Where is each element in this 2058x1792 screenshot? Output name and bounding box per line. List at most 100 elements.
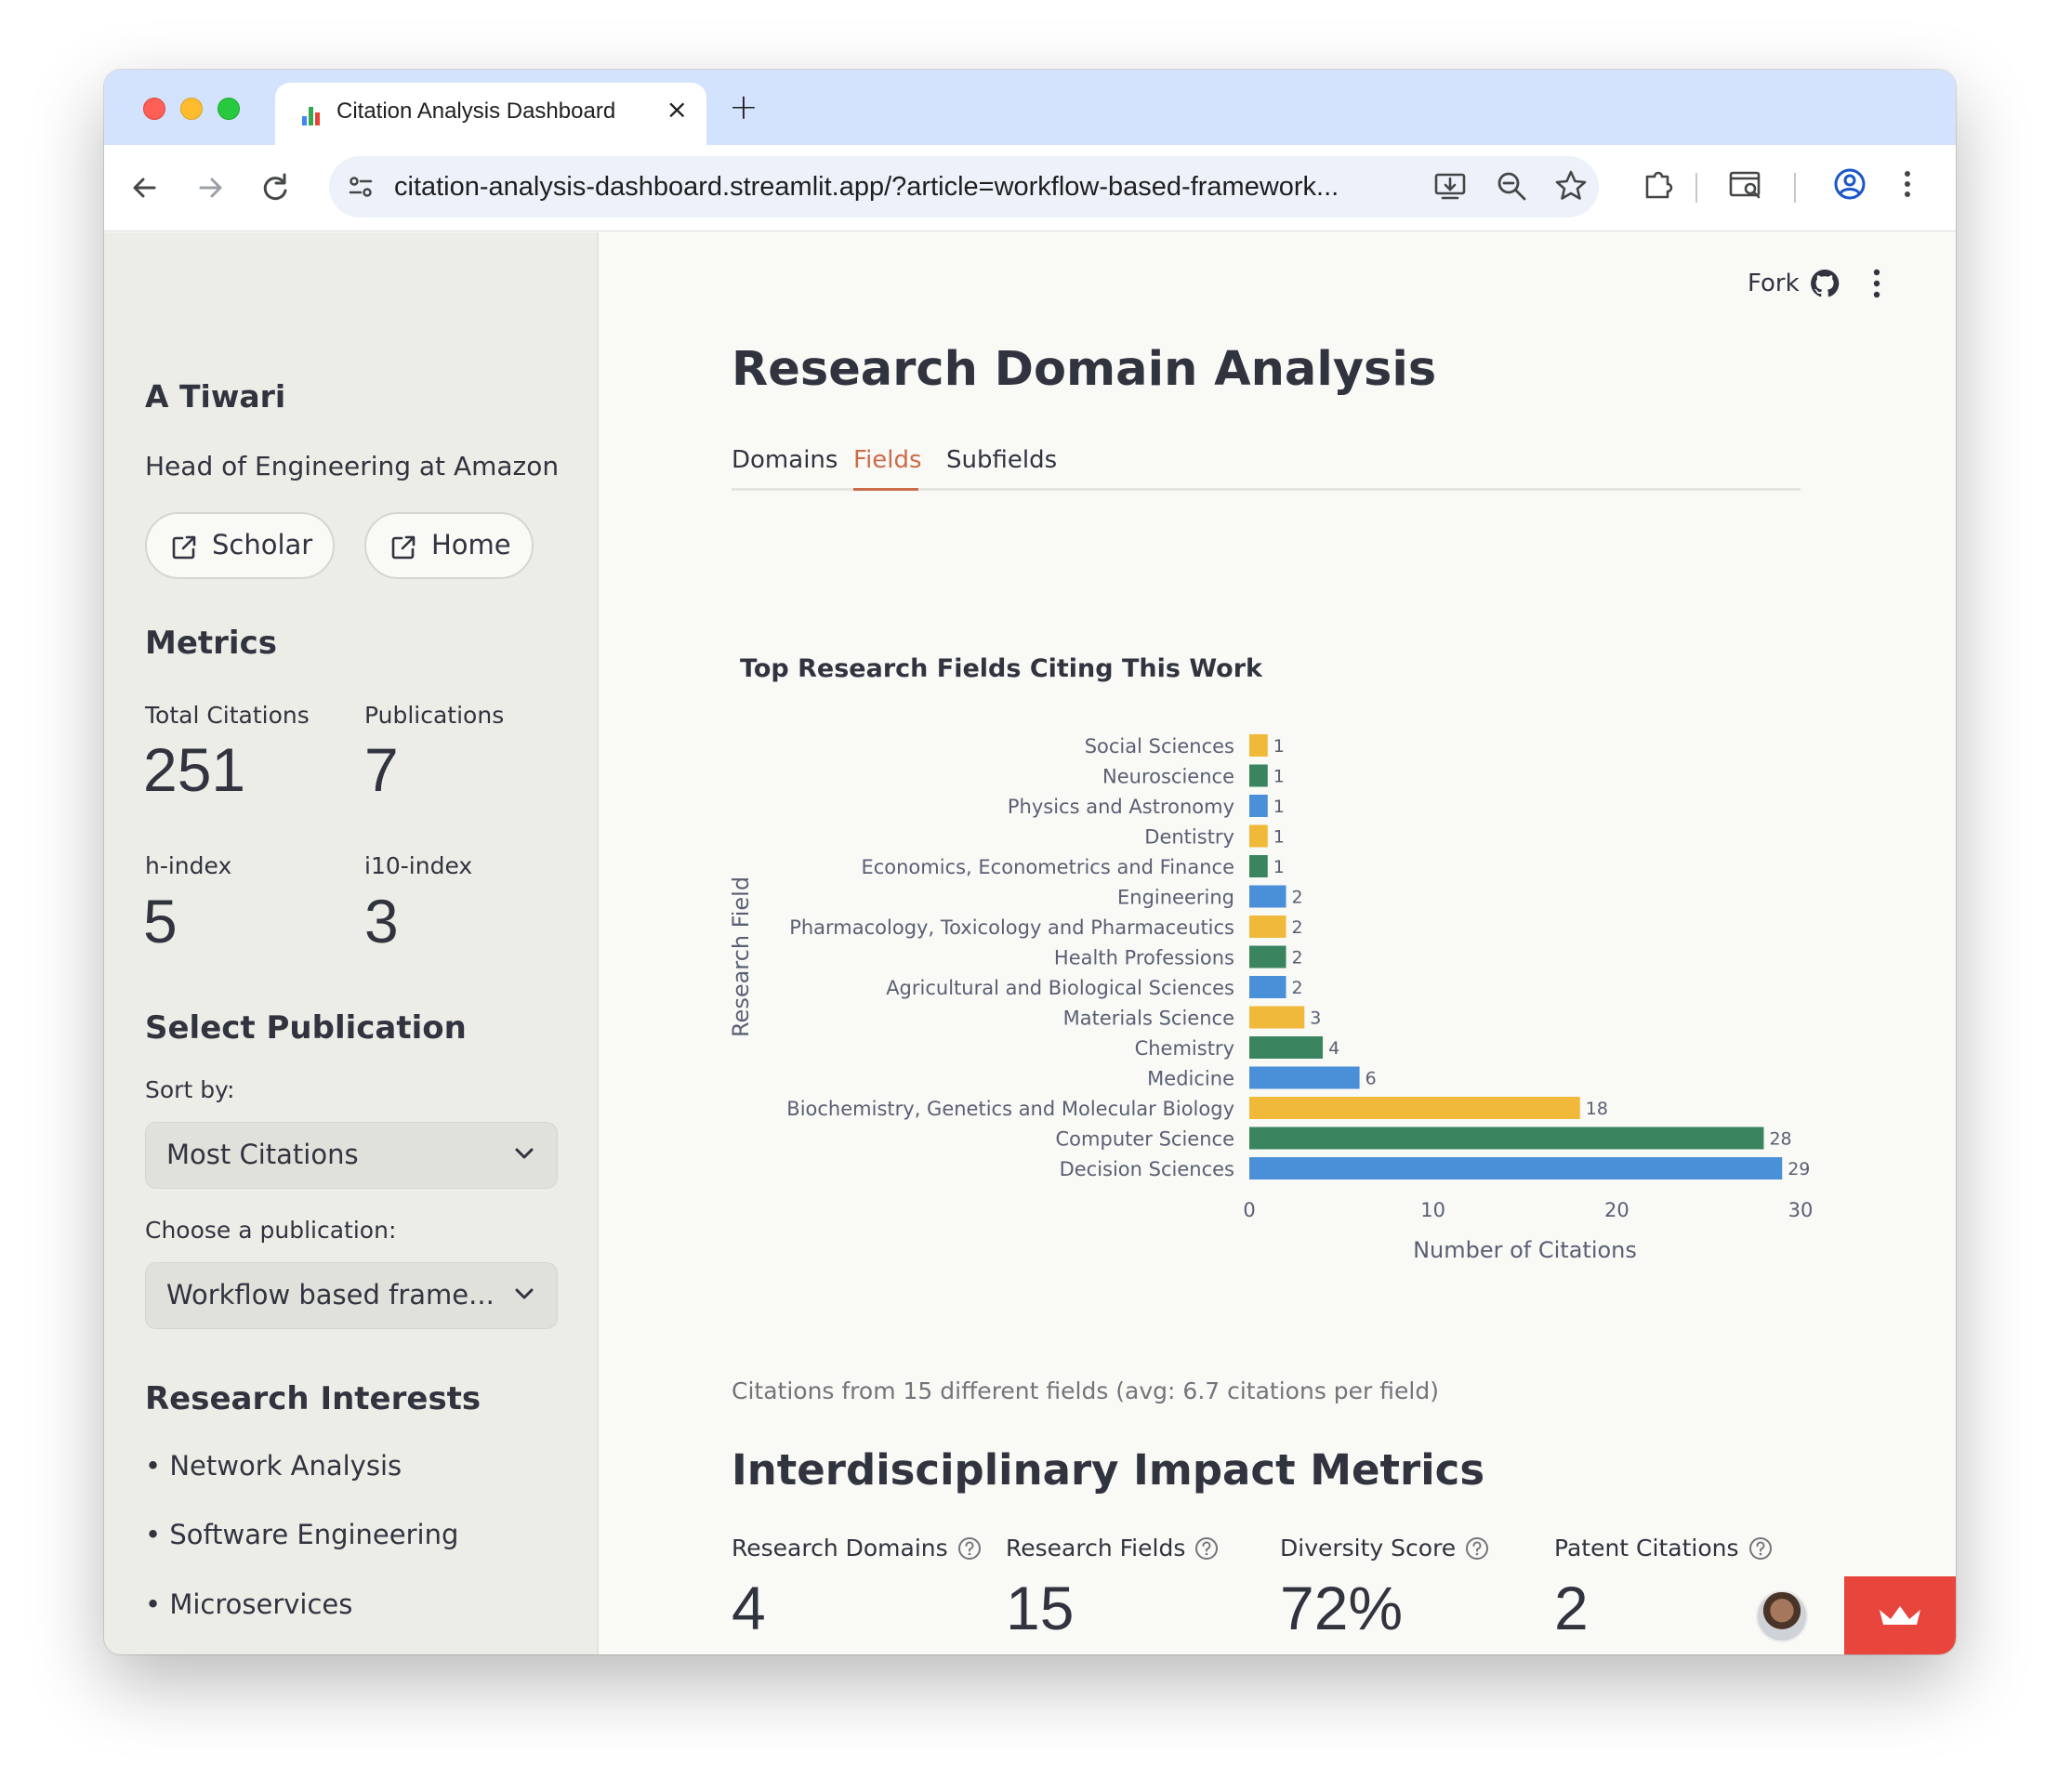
browser-menu-icon[interactable] <box>1889 165 1926 203</box>
scholar-label: Scholar <box>212 529 313 560</box>
y-tick-label: Engineering <box>1117 887 1234 909</box>
tab-subfields[interactable]: Subfields <box>946 446 1057 474</box>
chart-title: Top Research Fields Citing This Work <box>740 654 1263 683</box>
sort-value: Most Citations <box>166 1139 359 1170</box>
main-content: Fork Research Domain Analysis Domains Fi… <box>599 232 1956 1654</box>
analysis-tabs: Domains Fields Subfields <box>732 446 1801 491</box>
external-link-icon <box>391 535 416 560</box>
fork-button[interactable]: Fork <box>1748 270 1800 297</box>
tab-domains[interactable]: Domains <box>732 446 838 474</box>
x-tick-label: 0 <box>1243 1199 1255 1221</box>
y-tick-label: Computer Science <box>1056 1128 1234 1151</box>
impact-label: Patent Citations <box>1554 1535 1773 1561</box>
app-menu-icon[interactable] <box>1872 268 1881 299</box>
tab-close-icon[interactable]: × <box>666 94 688 125</box>
bar <box>1249 795 1268 817</box>
browser-toolbar: citation-analysis-dashboard.streamlit.ap… <box>104 145 1956 231</box>
impact-value: 72% <box>1280 1574 1404 1642</box>
data-label: 1 <box>1273 857 1285 877</box>
chevron-down-icon <box>515 1148 534 1159</box>
research-fields-bar-chart: Social Sciences 1 Neuroscience 1 Physics and… <box>732 734 1814 1263</box>
scholar-button[interactable]: Scholar <box>145 512 336 579</box>
x-axis-label: Number of Citations <box>1413 1237 1637 1263</box>
forward-icon[interactable] <box>188 165 232 210</box>
author-name: A Tiwari <box>145 378 286 415</box>
bar <box>1249 1157 1783 1179</box>
tab-search-icon[interactable] <box>1727 165 1764 203</box>
y-tick-label: Economics, Econometrics and Finance <box>861 856 1234 878</box>
crown-icon <box>1880 1606 1920 1625</box>
select-publication-heading: Select Publication <box>145 1009 467 1047</box>
impact-label-text: Diversity Score <box>1280 1535 1457 1561</box>
browser-tab[interactable]: Citation Analysis Dashboard × <box>275 83 706 145</box>
publication-select[interactable]: Workflow based frame... <box>145 1262 558 1329</box>
back-icon[interactable] <box>123 165 167 210</box>
data-label: 1 <box>1273 797 1285 817</box>
maximize-window-button[interactable] <box>218 98 240 120</box>
home-button[interactable]: Home <box>364 512 534 579</box>
tab-title: Citation Analysis Dashboard <box>336 99 616 124</box>
y-tick-label: Pharmacology, Toxicology and Pharmaceuti… <box>789 916 1234 939</box>
install-app-icon[interactable] <box>1431 167 1469 204</box>
close-window-button[interactable] <box>143 98 165 120</box>
y-tick-label: Materials Science <box>1063 1008 1234 1030</box>
tab-strip: Citation Analysis Dashboard × + <box>104 70 1956 145</box>
bar <box>1249 1006 1305 1029</box>
bar <box>1249 916 1286 938</box>
bar <box>1249 764 1268 787</box>
data-label: 6 <box>1365 1069 1377 1089</box>
bar <box>1249 855 1268 877</box>
bookmark-star-icon[interactable] <box>1552 167 1590 204</box>
data-label: 29 <box>1788 1159 1810 1179</box>
metric-value: 7 <box>364 735 399 804</box>
impact-label-text: Patent Citations <box>1554 1535 1739 1561</box>
help-icon[interactable] <box>1194 1536 1219 1561</box>
author-role: Head of Engineering at Amazon <box>145 451 560 481</box>
y-tick-label: Social Sciences <box>1085 735 1234 758</box>
chevron-down-icon <box>515 1288 534 1299</box>
y-tick-label: Medicine <box>1147 1068 1234 1090</box>
data-label: 28 <box>1769 1129 1791 1150</box>
impact-label-text: Research Domains <box>732 1535 948 1561</box>
zoom-icon[interactable] <box>1493 167 1530 204</box>
metric-label: Publications <box>364 702 505 729</box>
interest-item: • Microservices <box>145 1588 353 1620</box>
data-label: 2 <box>1292 888 1303 908</box>
y-tick-label: Chemistry <box>1135 1037 1234 1060</box>
y-axis-label: Research Field <box>732 876 754 1037</box>
help-icon[interactable] <box>957 1536 982 1561</box>
streamlit-badge[interactable] <box>1844 1576 1956 1654</box>
y-tick-label: Physics and Astronomy <box>1008 796 1234 818</box>
data-label: 3 <box>1310 1008 1321 1029</box>
impact-label: Diversity Score <box>1280 1535 1489 1561</box>
sort-select[interactable]: Most Citations <box>145 1122 558 1189</box>
impact-label: Research Fields <box>1006 1535 1219 1561</box>
bar <box>1249 945 1286 968</box>
y-tick-label: Biochemistry, Genetics and Molecular Bio… <box>786 1098 1234 1120</box>
data-label: 2 <box>1292 948 1303 968</box>
minimize-window-button[interactable] <box>180 98 203 120</box>
data-label: 1 <box>1273 827 1285 848</box>
data-label: 1 <box>1273 736 1285 757</box>
github-icon[interactable] <box>1809 268 1840 299</box>
tab-fields[interactable]: Fields <box>853 446 922 474</box>
bar <box>1249 1097 1580 1119</box>
impact-label-text: Research Fields <box>1006 1535 1186 1561</box>
help-icon[interactable] <box>1465 1536 1489 1561</box>
active-tab-indicator <box>853 488 918 491</box>
x-tick-label: 30 <box>1788 1199 1814 1221</box>
address-bar[interactable]: citation-analysis-dashboard.streamlit.ap… <box>329 156 1599 217</box>
profile-icon[interactable] <box>1831 165 1868 203</box>
metric-value: 5 <box>143 887 178 955</box>
site-settings-icon[interactable] <box>346 172 376 202</box>
bar <box>1249 885 1286 908</box>
interest-item: • Network Analysis <box>145 1450 402 1482</box>
help-icon[interactable] <box>1748 1536 1773 1561</box>
extensions-icon[interactable] <box>1640 165 1677 203</box>
new-tab-button[interactable]: + <box>729 86 759 127</box>
publication-value: Workflow based frame... <box>166 1279 495 1311</box>
page-title: Research Domain Analysis <box>732 342 1437 397</box>
impact-label: Research Domains <box>732 1535 982 1561</box>
reload-icon[interactable] <box>253 165 297 210</box>
avatar[interactable] <box>1756 1590 1808 1642</box>
